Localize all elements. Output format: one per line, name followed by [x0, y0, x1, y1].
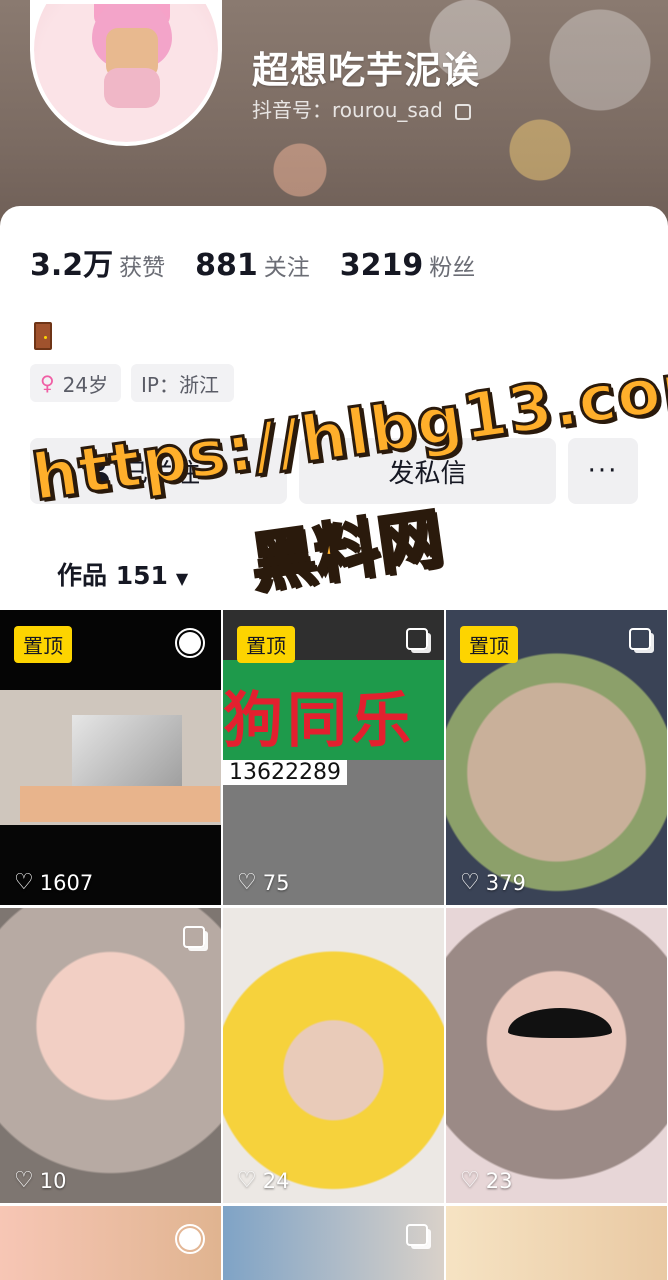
stat-followers-label: 粉丝 — [429, 255, 476, 281]
live-photo-icon — [175, 628, 205, 658]
like-count: ♡ 379 — [460, 870, 526, 895]
video-thumbnail[interactable] — [0, 1206, 221, 1280]
like-count: ♡ 23 — [460, 1168, 512, 1193]
video-thumbnail[interactable]: ♡ 10 — [0, 908, 221, 1203]
stats-row: 3.2万 获赞 881 关注 3219 粉丝 — [30, 240, 475, 284]
heart-icon: ♡ — [237, 1168, 257, 1193]
thumbnail-blur — [20, 786, 220, 822]
heart-icon: ♡ — [14, 1168, 34, 1193]
like-count: ♡ 24 — [237, 1168, 289, 1193]
stat-followers-count: 3219 — [339, 248, 424, 283]
shop-sign-number: 13622289 — [223, 760, 347, 785]
stat-likes-label: 获赞 — [119, 255, 166, 281]
tab-works[interactable]: 作品 151 ▼ — [57, 556, 188, 592]
stat-following[interactable]: 881 关注 — [195, 248, 310, 283]
ip-tag: IP：浙江 — [131, 364, 234, 402]
heart-icon: ♡ — [237, 870, 257, 895]
multi-image-icon — [406, 1224, 428, 1246]
like-count: ♡ 75 — [237, 870, 289, 895]
like-count-value: 75 — [262, 870, 290, 895]
like-count-value: 379 — [485, 870, 526, 895]
heart-icon: ♡ — [460, 870, 480, 895]
pinned-badge: 置顶 — [460, 626, 518, 663]
stat-followers[interactable]: 3219 粉丝 — [340, 248, 476, 283]
video-thumbnail[interactable]: ♡ 23 — [446, 908, 667, 1203]
works-tab-label: 作品 151 — [57, 561, 168, 590]
pinned-badge: 置顶 — [237, 626, 295, 663]
like-count: ♡ 10 — [14, 1168, 66, 1193]
caret-down-icon: ▼ — [175, 569, 189, 588]
like-count-value: 23 — [485, 1168, 513, 1193]
video-grid: 置顶 ♡ 1607 狗同乐 13622289 置顶 ♡ 75 置顶 ♡ 379 ♡ 10… — [0, 610, 668, 1280]
mustache-sticker — [508, 1008, 612, 1038]
like-count: ♡ 1607 — [14, 870, 93, 895]
pinned-badge: 置顶 — [14, 626, 72, 663]
video-thumbnail[interactable]: 狗同乐 13622289 置顶 ♡ 75 — [223, 610, 444, 905]
video-thumbnail[interactable]: 置顶 ♡ 379 — [446, 610, 667, 905]
multi-image-icon — [183, 926, 205, 948]
stat-following-label: 关注 — [263, 255, 310, 281]
avatar-image — [34, 4, 218, 142]
like-count-value: 24 — [262, 1168, 290, 1193]
bunny-body — [104, 68, 160, 108]
video-thumbnail[interactable] — [223, 1206, 444, 1280]
video-thumbnail[interactable]: ♡ 24 — [223, 908, 444, 1203]
copy-icon[interactable] — [455, 103, 472, 120]
thumbnail-object — [72, 715, 182, 795]
female-icon: ♀ — [40, 371, 55, 395]
shop-sign-text: 狗同乐 — [223, 686, 415, 756]
stat-likes-count: 3.2万 — [30, 248, 114, 283]
video-thumbnail[interactable] — [446, 1206, 667, 1280]
like-count-value: 10 — [39, 1168, 67, 1193]
heart-icon: ♡ — [14, 870, 34, 895]
more-button[interactable]: ··· — [568, 438, 638, 504]
stat-likes[interactable]: 3.2万 获赞 — [30, 240, 165, 284]
age-text: 24岁 — [62, 372, 109, 397]
douyin-id-text: 抖音号：rourou_sad — [252, 98, 443, 122]
douyin-id[interactable]: 抖音号：rourou_sad — [252, 94, 472, 123]
live-photo-icon — [175, 1224, 205, 1254]
door-icon — [34, 322, 52, 350]
video-thumbnail[interactable]: 置顶 ♡ 1607 — [0, 610, 221, 905]
multi-image-icon — [629, 628, 651, 650]
like-count-value: 1607 — [39, 870, 94, 895]
heart-icon: ♡ — [460, 1168, 480, 1193]
username: 超想吃芋泥诶 — [252, 49, 480, 92]
ip-text: IP：浙江 — [141, 372, 219, 397]
stat-following-count: 881 — [195, 248, 258, 283]
age-tag: ♀ 24岁 — [30, 364, 121, 402]
more-icon: ··· — [587, 456, 619, 486]
multi-image-icon — [406, 628, 428, 650]
